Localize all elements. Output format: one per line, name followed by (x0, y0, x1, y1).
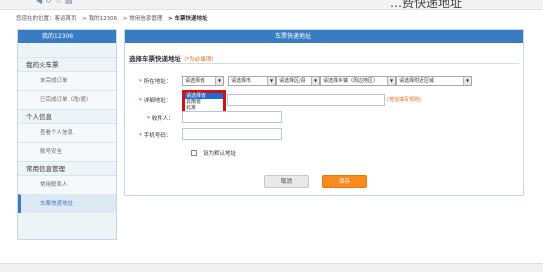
town-select-value: 请选择乡镇（周边地区） (323, 78, 379, 84)
breadcrumb-location[interactable]: 您现在的位置：客运首页 (16, 16, 77, 22)
page-icon[interactable]: ▤ (65, 0, 76, 5)
phone-label: * 手机号码： (139, 131, 171, 139)
breadcrumb-my12306[interactable]: > 我的12306 (82, 16, 117, 22)
save-button[interactable]: 保存 (322, 175, 367, 188)
district-select[interactable]: 请选择区/县 ▼ (276, 76, 320, 86)
detail-address-label: * 详细地址： (139, 96, 171, 104)
panel-header: 车票快递地址 (125, 30, 523, 43)
chevron-down-icon: ▼ (463, 77, 471, 85)
address-label-text: 所在地址： (143, 79, 172, 85)
sidebar-item-delivery-address[interactable]: 车票快递地址 (18, 194, 116, 213)
sidebar-item-unfinished-orders[interactable]: 未完成订单 (18, 71, 116, 90)
breadcrumb: 您现在的位置：客运首页 > 我的12306 > 常用信息管理 > 车票快递地址 (16, 14, 212, 22)
required-star: * (139, 133, 142, 139)
sidebar-header: 我的12306 (18, 30, 116, 43)
province-select-value: 请选择省 (185, 78, 206, 84)
refresh-icon[interactable]: ↻ (45, 0, 55, 5)
chevron-down-icon: ▼ (311, 77, 319, 85)
breadcrumb-current: > 车票快递地址 (167, 16, 208, 22)
nearby-area-select-value: 请选择附近区域 (399, 78, 435, 84)
chevron-down-icon: ▼ (267, 77, 275, 85)
chevron-down-icon: ▼ (215, 77, 223, 85)
sidebar-item-finished-orders[interactable]: 已完成订单（改/退） (18, 90, 116, 109)
district-select-value: 请选择区/县 (279, 78, 306, 84)
browser-status-bar (0, 263, 543, 272)
chevron-down-icon: ▼ (387, 77, 395, 85)
required-star: * (147, 116, 150, 122)
back-icon[interactable]: ◀ (36, 0, 45, 5)
section-title: 选择车票快递地址（*为必填项） (129, 53, 217, 63)
city-select[interactable]: 请选择市 ▼ (228, 76, 276, 86)
phone-label-text: 手机号码： (143, 133, 172, 139)
sidebar-item-account-security[interactable]: 账号安全 (18, 142, 116, 161)
sidebar: 我的12306 我的火车票 未完成订单 已完成订单（改/退） 个人信息 查看个人… (17, 29, 117, 240)
address-form-panel: 车票快递地址 选择车票快递地址（*为必填项） * 所在地址： 请选择省 ▼ 请选择… (124, 29, 524, 196)
browser-toolbar: ◀↻☆▤ …费快递地址 (0, 0, 543, 10)
province-select[interactable]: 请选择省 ▼ (182, 76, 224, 86)
breadcrumb-common-info[interactable]: > 常用信息管理 (123, 16, 162, 22)
recipient-label-text: 收件人： (151, 116, 174, 122)
sidebar-item-view-personal-info[interactable]: 查看个人信息 (18, 123, 116, 142)
required-star: * (139, 98, 142, 104)
recipient-input[interactable] (182, 111, 282, 123)
city-select-value: 请选择市 (231, 78, 252, 84)
town-select[interactable]: 请选择乡镇（周边地区） ▼ (320, 76, 396, 86)
default-address-label: 设为默认地址 (203, 151, 237, 157)
address-label: * 所在地址： (139, 77, 171, 85)
section-title-text: 选择车票快递地址 (129, 55, 181, 63)
nearby-area-select[interactable]: 请选择附近区域 ▼ (396, 76, 472, 86)
address-rules-link[interactable]: (地址填写规则) (387, 96, 421, 103)
sidebar-item-contacts[interactable]: 常用联系人 (18, 175, 116, 194)
cancel-button[interactable]: 取消 (264, 175, 309, 188)
default-address-checkbox[interactable] (191, 150, 197, 156)
detail-address-input[interactable] (227, 94, 385, 106)
sidebar-group-common-info[interactable]: 常用信息管理 (18, 161, 116, 175)
phone-input[interactable] (182, 128, 282, 140)
detail-address-label-text: 详细地址： (143, 98, 172, 104)
star-icon[interactable]: ☆ (55, 0, 65, 5)
toolbar-icons[interactable]: ◀↻☆▤ (36, 0, 76, 5)
sidebar-group-tickets[interactable]: 我的火车票 (18, 57, 116, 71)
sidebar-group-personal-info[interactable]: 个人信息 (18, 109, 116, 123)
window-title: …费快递地址 (390, 0, 463, 10)
recipient-label: * 收件人： (147, 114, 174, 122)
required-star: * (139, 79, 142, 85)
section-divider (129, 63, 519, 64)
